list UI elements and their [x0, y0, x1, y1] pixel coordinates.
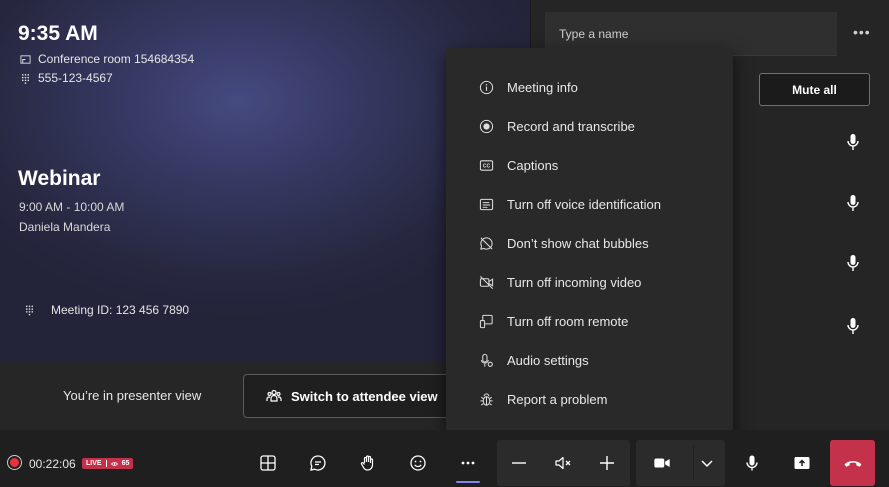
people-icon [266, 389, 282, 402]
reactions-button[interactable] [398, 440, 438, 486]
panel-more-button[interactable]: ••• [853, 24, 871, 40]
menu-item-voice-identification[interactable]: Turn off voice identification [446, 185, 733, 224]
camera-options-button[interactable] [689, 440, 725, 486]
volume-controls [497, 440, 630, 486]
hang-up-icon [844, 461, 861, 467]
eye-icon [110, 461, 118, 466]
emoji-icon [410, 455, 426, 471]
menu-item-room-remote[interactable]: Turn off room remote [446, 302, 733, 341]
meeting-id: Meeting ID: 123 456 7890 [51, 303, 190, 317]
clock: 9:35 AM [18, 22, 98, 45]
menu-item-label: Record and transcribe [507, 119, 635, 134]
webinar-host: Daniela Mandera [19, 220, 111, 234]
menu-item-label: Captions [507, 158, 559, 173]
menu-item-label: Turn off voice identification [507, 197, 661, 212]
menu-item-label: Meeting info [507, 80, 578, 95]
chat-button[interactable] [298, 440, 338, 486]
meeting-timer: 00:22:06 [29, 457, 76, 471]
captions-icon: CC [479, 160, 494, 171]
plus-icon [600, 456, 614, 470]
more-options-button[interactable] [448, 440, 488, 486]
chat-bubble-off-icon [480, 237, 493, 250]
record-icon [479, 119, 494, 134]
menu-item-label: Audio settings [507, 353, 589, 368]
grid-layout-icon [260, 455, 276, 471]
menu-item-meeting-info[interactable]: Meeting info [446, 68, 733, 107]
menu-item-label: Turn off room remote [507, 314, 629, 329]
video-off-icon [479, 276, 494, 289]
menu-item-audio-settings[interactable]: Audio settings [446, 341, 733, 380]
speaker-mute-button[interactable] [543, 440, 583, 486]
minus-icon [512, 462, 526, 464]
room-remote-icon [479, 314, 493, 329]
bug-icon [480, 393, 493, 406]
volume-up-button[interactable] [587, 440, 627, 486]
menu-item-chat-bubbles[interactable]: Don’t show chat bubbles [446, 224, 733, 263]
switch-to-attendee-label: Switch to attendee view [291, 388, 438, 404]
speaker-muted-icon [555, 456, 571, 470]
microphone-icon [746, 455, 758, 471]
voice-id-icon [479, 198, 494, 211]
participant-mic-icon[interactable] [843, 253, 863, 273]
hand-icon [360, 455, 374, 471]
webinar-time: 9:00 AM - 10:00 AM [19, 200, 125, 214]
meeting-id-row: Meeting ID: 123 456 7890 [24, 303, 189, 317]
dialpad-icon [21, 73, 30, 84]
camera-controls [636, 440, 725, 486]
more-options-menu: Meeting info Record and transcribe CC Ca… [446, 48, 733, 438]
participant-mic-icon[interactable] [843, 316, 863, 336]
live-badge: LIVE 65 [82, 458, 134, 469]
room-name: Conference room 154684354 [38, 52, 195, 66]
menu-item-captions[interactable]: CC Captions [446, 146, 733, 185]
svg-text:CC: CC [483, 164, 491, 170]
audio-settings-icon [480, 353, 493, 367]
presenter-status: You’re in presenter view [63, 388, 202, 403]
menu-item-label: Report a problem [507, 392, 608, 407]
camera-button[interactable] [642, 440, 682, 486]
active-indicator [456, 481, 480, 483]
phone-info: 555-123-4567 [20, 71, 113, 85]
viewer-count: 65 [121, 460, 130, 467]
switch-to-attendee-button[interactable]: Switch to attendee view [243, 374, 463, 418]
camera-icon [654, 458, 670, 468]
participant-mic-icon[interactable] [843, 193, 863, 213]
menu-item-incoming-video[interactable]: Turn off incoming video [446, 263, 733, 302]
live-label: LIVE [86, 460, 102, 467]
meeting-toolbar: 00:22:06 LIVE 65 [0, 430, 889, 487]
mute-all-button[interactable]: Mute all [759, 73, 870, 106]
more-icon [461, 461, 475, 465]
menu-item-label: Turn off incoming video [507, 275, 642, 290]
share-screen-button[interactable] [782, 440, 822, 486]
participant-mic-icon[interactable] [843, 132, 863, 152]
room-icon [20, 54, 31, 64]
live-separator [105, 460, 107, 467]
menu-item-record-and-transcribe[interactable]: Record and transcribe [446, 107, 733, 146]
microphone-button[interactable] [732, 440, 772, 486]
layout-button[interactable] [248, 440, 288, 486]
chat-icon [310, 455, 326, 471]
info-icon [479, 80, 494, 95]
room-info: Conference room 154684354 [20, 52, 194, 66]
phone-number: 555-123-4567 [38, 71, 113, 85]
dialpad-icon [25, 305, 34, 316]
raise-hand-button[interactable] [348, 440, 388, 486]
menu-item-label: Don’t show chat bubbles [507, 236, 649, 251]
chevron-down-icon [701, 460, 713, 468]
share-screen-icon [794, 457, 810, 469]
volume-down-button[interactable] [499, 440, 539, 486]
leave-call-button[interactable] [830, 440, 875, 486]
recording-indicator-icon [7, 455, 22, 470]
webinar-title: Webinar [18, 167, 101, 190]
menu-item-report-problem[interactable]: Report a problem [446, 380, 733, 419]
